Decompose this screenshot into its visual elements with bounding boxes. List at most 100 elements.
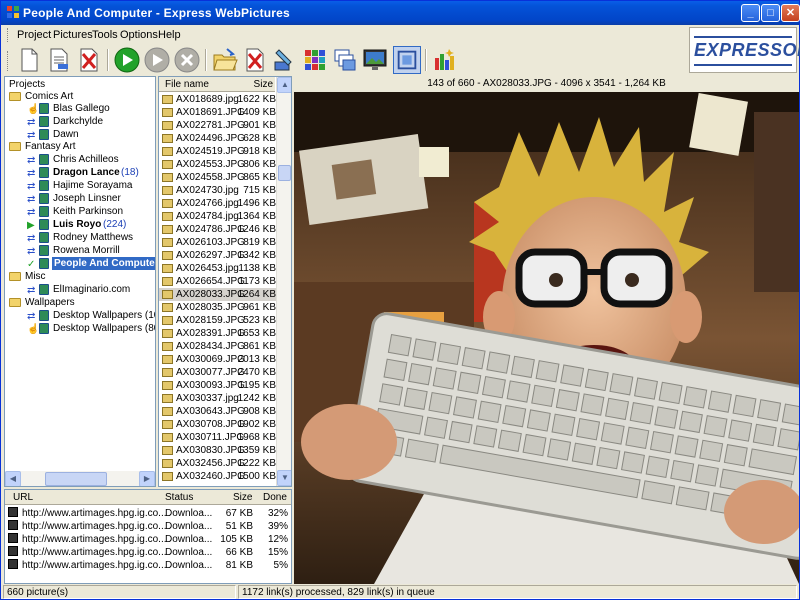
sync-icon: ⇄ [27, 246, 36, 257]
title-bar[interactable]: People And Computer - Express WebPicture… [1, 1, 800, 25]
file-row[interactable]: AX024496.JPG 628 KB [159, 132, 277, 145]
tree-hscrollbar[interactable]: ◀ ▶ [5, 471, 155, 486]
file-row[interactable]: AX030077.JPG 2470 KB [159, 366, 277, 379]
project-icon [39, 258, 49, 269]
minimize-button[interactable]: _ [741, 4, 760, 22]
file-row[interactable]: AX030069.JPG 2013 KB [159, 353, 277, 366]
status-link-progress: 1172 link(s) processed, 829 link(s) in q… [238, 585, 797, 599]
file-row[interactable]: AX018689.jpg 1622 KB [159, 93, 277, 106]
menu-help[interactable]: Help [158, 29, 181, 41]
new-project-button[interactable] [15, 46, 43, 74]
image-file-icon [162, 134, 173, 143]
download-queue[interactable]: URL Status Size Done http://www.artimage… [4, 489, 292, 584]
column-size[interactable]: Size [254, 77, 273, 92]
file-row[interactable]: AX024786.JPG 1246 KB [159, 223, 277, 236]
file-row[interactable]: AX030708.JPG 1902 KB [159, 418, 277, 431]
file-row[interactable]: AX022781.JPG 901 KB [159, 119, 277, 132]
download-status: Downloa... [165, 547, 213, 558]
download-url: http://www.artimages.hpg.ig.co... [22, 534, 167, 545]
file-row[interactable]: AX024558.JPG 865 KB [159, 171, 277, 184]
tree-group-label: Fantasy Art [25, 141, 76, 152]
file-list-vscrollbar[interactable]: ▲ ▼ [276, 77, 291, 486]
delete-picture-button[interactable] [241, 46, 269, 74]
scroll-down-button[interactable]: ▼ [277, 470, 291, 486]
scroll-thumb[interactable] [45, 472, 107, 486]
scroll-thumb[interactable] [278, 165, 291, 181]
download-row[interactable]: http://www.artimages.hpg.ig.co... Downloa… [5, 533, 291, 546]
file-name: AX018689.jpg [176, 94, 239, 105]
file-row[interactable]: AX028159.JPG 523 KB [159, 314, 277, 327]
sync-icon: ⇄ [27, 194, 36, 205]
sync-icon: ⇄ [27, 207, 36, 218]
file-row[interactable]: AX028033.JPG 1264 KB [159, 288, 277, 301]
file-row[interactable]: AX028035.JPG 961 KB [159, 301, 277, 314]
monitor-icon [363, 49, 387, 70]
cascade-button[interactable] [331, 46, 359, 74]
open-folder-button[interactable] [211, 46, 239, 74]
fit-button[interactable] [393, 46, 421, 74]
column-status[interactable]: Status [165, 490, 193, 505]
tree-item-label: Rowena Morrill [53, 245, 120, 256]
project-tree[interactable]: Projects Comics Art ☝ Blas Gallego ⇄ Dar… [4, 76, 156, 487]
start-button[interactable] [113, 46, 141, 74]
image-file-icon [162, 420, 173, 429]
file-row[interactable]: AX026103.JPG 819 KB [159, 236, 277, 249]
image-file-icon [162, 186, 173, 195]
wallpaper-button[interactable] [361, 46, 389, 74]
file-row[interactable]: AX024766.jpg 1496 KB [159, 197, 277, 210]
menu-options[interactable]: Options [120, 29, 158, 41]
file-row[interactable]: AX030830.JPG 1359 KB [159, 444, 277, 457]
column-file-name[interactable]: File name [165, 77, 209, 92]
project-icon [39, 129, 49, 140]
column-done[interactable]: Done [263, 490, 287, 505]
menu-pictures[interactable]: Pictures [53, 29, 93, 41]
stop-button[interactable] [173, 46, 201, 74]
scroll-left-button[interactable]: ◀ [5, 471, 21, 486]
file-row[interactable]: AX032456.JPG 1222 KB [159, 457, 277, 470]
thumbnails-button[interactable] [301, 46, 329, 74]
file-row[interactable]: AX032460.JPG 1500 KB [159, 470, 277, 483]
file-row[interactable]: AX026297.JPG 1342 KB [159, 249, 277, 262]
file-size: 1500 KB [237, 471, 276, 482]
wizard-button[interactable] [431, 46, 459, 74]
file-row[interactable]: AX024553.JPG 806 KB [159, 158, 277, 171]
file-row[interactable]: AX026654.JPG 1173 KB [159, 275, 277, 288]
delete-project-button[interactable] [75, 46, 103, 74]
edit-project-button[interactable] [45, 46, 73, 74]
file-row[interactable]: AX024519.JPG 918 KB [159, 145, 277, 158]
file-row[interactable]: AX018691.JPG 1409 KB [159, 106, 277, 119]
tree-item-count: (18) [121, 167, 139, 178]
image-file-icon [162, 238, 173, 247]
maximize-button[interactable]: □ [761, 4, 780, 22]
menu-project[interactable]: Project [17, 29, 51, 41]
image-file-icon [162, 199, 173, 208]
tools-icon [274, 49, 292, 71]
picture-preview[interactable] [294, 92, 799, 584]
image-file-icon [162, 316, 173, 325]
scroll-up-button[interactable]: ▲ [277, 77, 291, 93]
file-row[interactable]: AX024730.jpg 715 KB [159, 184, 277, 197]
file-size: 806 KB [243, 159, 276, 170]
menu-tools[interactable]: Tools [92, 29, 118, 41]
download-row[interactable]: http://www.artimages.hpg.ig.co... Downloa… [5, 507, 291, 520]
file-row[interactable]: AX028391.JPG 1653 KB [159, 327, 277, 340]
picture-viewer[interactable]: 143 of 660 - AX028033.JPG - 4096 x 3541 … [294, 76, 799, 584]
download-row[interactable]: http://www.artimages.hpg.ig.co... Downloa… [5, 546, 291, 559]
file-row[interactable]: AX030711.JPG 1968 KB [159, 431, 277, 444]
file-row[interactable]: AX026453.jpg 1138 KB [159, 262, 277, 275]
scroll-right-button[interactable]: ▶ [139, 471, 155, 486]
column-url[interactable]: URL [13, 490, 33, 505]
file-row[interactable]: AX024784.jpg 1364 KB [159, 210, 277, 223]
file-row[interactable]: AX030093.JPG 1195 KB [159, 379, 277, 392]
pause-button[interactable] [143, 46, 171, 74]
download-row[interactable]: http://www.artimages.hpg.ig.co... Downloa… [5, 520, 291, 533]
download-row[interactable]: http://www.artimages.hpg.ig.co... Downloa… [5, 559, 291, 572]
file-list[interactable]: File name Size AX018689.jpg 1622 KB AX0186… [158, 76, 292, 487]
close-button[interactable]: ✕ [781, 4, 800, 22]
column-dl-size[interactable]: Size [233, 490, 252, 505]
tools-button[interactable] [271, 46, 299, 74]
file-row[interactable]: AX030337.jpg 1242 KB [159, 392, 277, 405]
file-name: AX030708.JPG [176, 419, 245, 430]
file-row[interactable]: AX028434.JPG 861 KB [159, 340, 277, 353]
file-row[interactable]: AX030643.JPG 908 KB [159, 405, 277, 418]
